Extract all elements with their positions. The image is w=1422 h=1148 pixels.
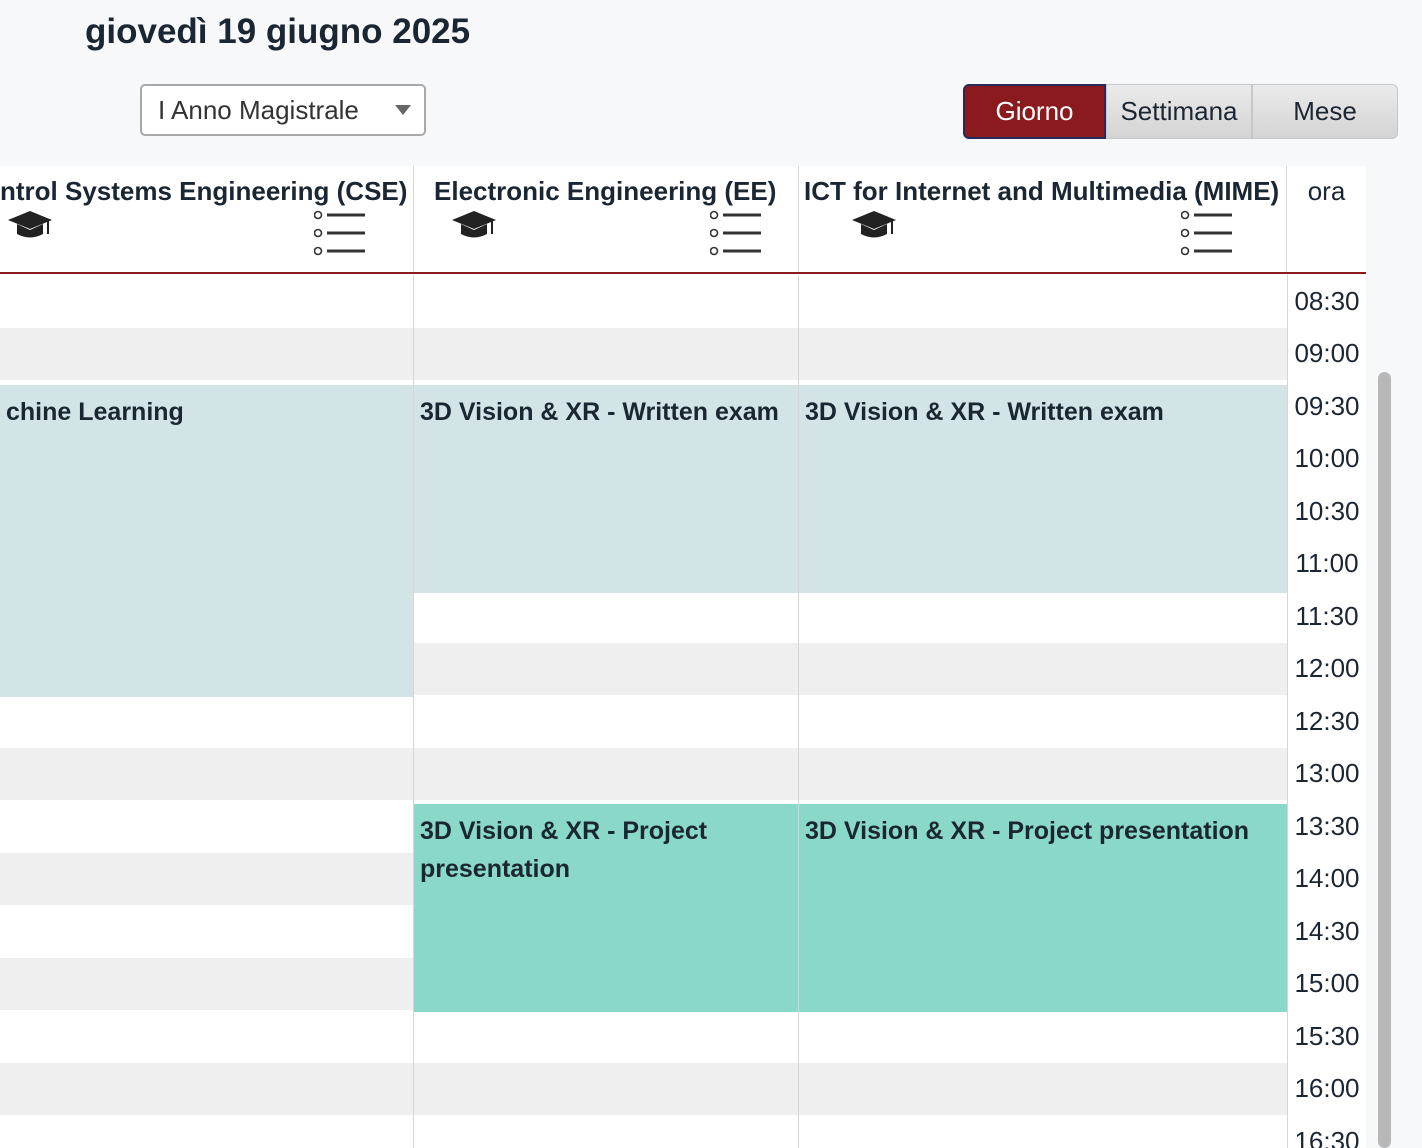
time-label: 11:30	[1287, 590, 1366, 643]
list-icon[interactable]	[314, 210, 366, 256]
calendar-slot-row[interactable]	[0, 275, 1287, 328]
list-icon[interactable]	[1181, 210, 1233, 256]
calendar-slot-row[interactable]	[0, 747, 1287, 800]
page-title: giovedì 19 giugno 2025	[85, 12, 471, 51]
time-label: 10:30	[1287, 485, 1366, 538]
calendar-slot-row[interactable]	[0, 1062, 1287, 1115]
time-label: 10:00	[1287, 432, 1366, 485]
view-day-button[interactable]: Giorno	[963, 84, 1106, 139]
column-title-ee: Electronic Engineering (EE)	[434, 176, 777, 206]
time-label: 16:00	[1287, 1062, 1366, 1115]
event-written-exam-ee[interactable]: 3D Vision & XR - Written exam	[414, 385, 798, 593]
time-label: 15:30	[1287, 1010, 1366, 1063]
calendar-header: ntrol Systems Engineering (CSE) Electron…	[0, 166, 1366, 274]
scrollbar-thumb[interactable]	[1378, 372, 1391, 1148]
graduation-cap-icon[interactable]	[450, 208, 498, 242]
calendar-slot-row[interactable]	[0, 327, 1287, 380]
year-select[interactable]: I Anno Magistrale	[140, 84, 426, 136]
time-label: 14:00	[1287, 852, 1366, 905]
time-label: 16:30	[1287, 1115, 1366, 1148]
event-project-presentation-mime[interactable]: 3D Vision & XR - Project presentation	[799, 804, 1287, 1012]
time-label: 09:30	[1287, 380, 1366, 433]
day-calendar: ntrol Systems Engineering (CSE) Electron…	[0, 166, 1366, 1148]
calendar-slot-row[interactable]	[0, 1010, 1287, 1063]
column-header-cse: ntrol Systems Engineering (CSE)	[0, 166, 414, 272]
view-week-button[interactable]: Settimana	[1106, 84, 1252, 139]
year-select-value: I Anno Magistrale	[158, 94, 359, 125]
column-header-ee: Electronic Engineering (EE)	[414, 166, 799, 272]
time-label: 12:30	[1287, 695, 1366, 748]
time-column-header: ora	[1307, 176, 1346, 206]
time-label: 15:00	[1287, 957, 1366, 1010]
time-label: 14:30	[1287, 905, 1366, 958]
time-label: 09:00	[1287, 327, 1366, 380]
column-title-mime: ICT for Internet and Multimedia (MIME)	[804, 176, 1280, 206]
list-icon[interactable]	[710, 210, 762, 256]
time-label: 11:00	[1287, 537, 1366, 590]
calendar-slot-row[interactable]	[0, 695, 1287, 748]
graduation-cap-icon[interactable]	[6, 208, 54, 242]
graduation-cap-icon[interactable]	[850, 208, 898, 242]
event-machine-learning[interactable]: chine Learning	[0, 385, 413, 697]
time-label: 12:00	[1287, 642, 1366, 695]
view-toggle: Giorno Settimana Mese	[963, 84, 1398, 139]
time-label: 13:00	[1287, 747, 1366, 800]
column-title-cse: ntrol Systems Engineering (CSE)	[0, 176, 408, 206]
event-project-presentation-ee[interactable]: 3D Vision & XR - Project presentation	[414, 804, 798, 1012]
calendar-slot-row[interactable]	[0, 1115, 1287, 1148]
event-written-exam-mime[interactable]: 3D Vision & XR - Written exam	[799, 385, 1287, 593]
chevron-down-icon	[395, 105, 411, 115]
view-month-button[interactable]: Mese	[1252, 84, 1398, 139]
time-label: 08:30	[1287, 275, 1366, 328]
time-label: 13:30	[1287, 800, 1366, 853]
column-header-mime: ICT for Internet and Multimedia (MIME)	[799, 166, 1287, 272]
